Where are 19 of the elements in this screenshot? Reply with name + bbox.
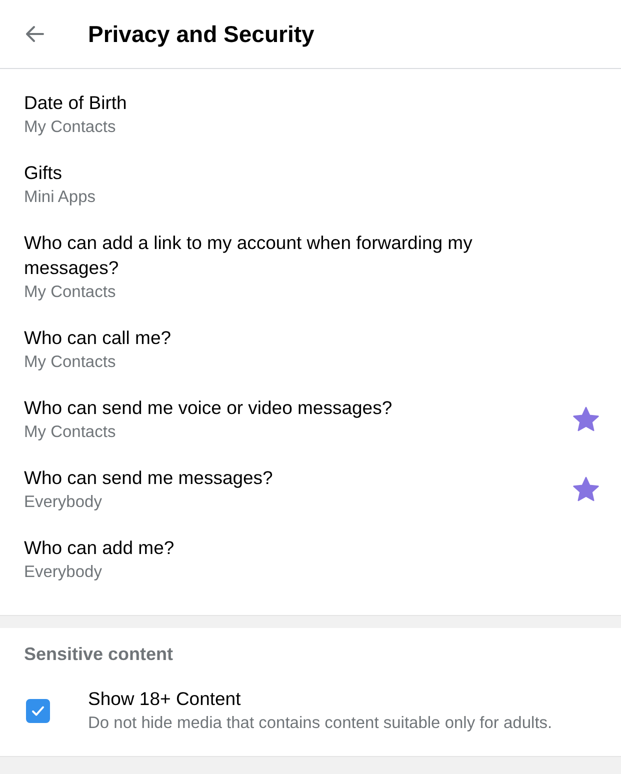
section-heading: Sensitive content [23,643,174,666]
setting-value: My Contacts [24,117,117,138]
option-title: Show 18+ Content [88,687,242,711]
setting-title[interactable]: Who can add me? [24,535,524,560]
setting-title[interactable]: Who can send me messages? [24,465,524,490]
setting-title[interactable]: Who can send me voice or video messages? [24,395,524,420]
page-title: Privacy and Security [88,20,314,48]
option-description: Do not hide media that contains content suitable only for adults. [88,713,552,734]
setting-title[interactable]: Who can call me? [24,325,524,350]
setting-value: My Contacts [24,282,117,303]
setting-value: Mini Apps [24,187,97,208]
setting-title[interactable]: Who can add a link to my account when forwarding my messages? [24,230,524,280]
setting-title[interactable]: Date of Birth [24,90,524,115]
setting-value: My Contacts [24,352,117,373]
setting-value: Everybody [24,492,103,513]
setting-value: Everybody [24,562,103,583]
checkbox[interactable] [26,699,50,723]
setting-value: My Contacts [24,422,117,443]
setting-title[interactable]: Gifts [24,160,524,185]
